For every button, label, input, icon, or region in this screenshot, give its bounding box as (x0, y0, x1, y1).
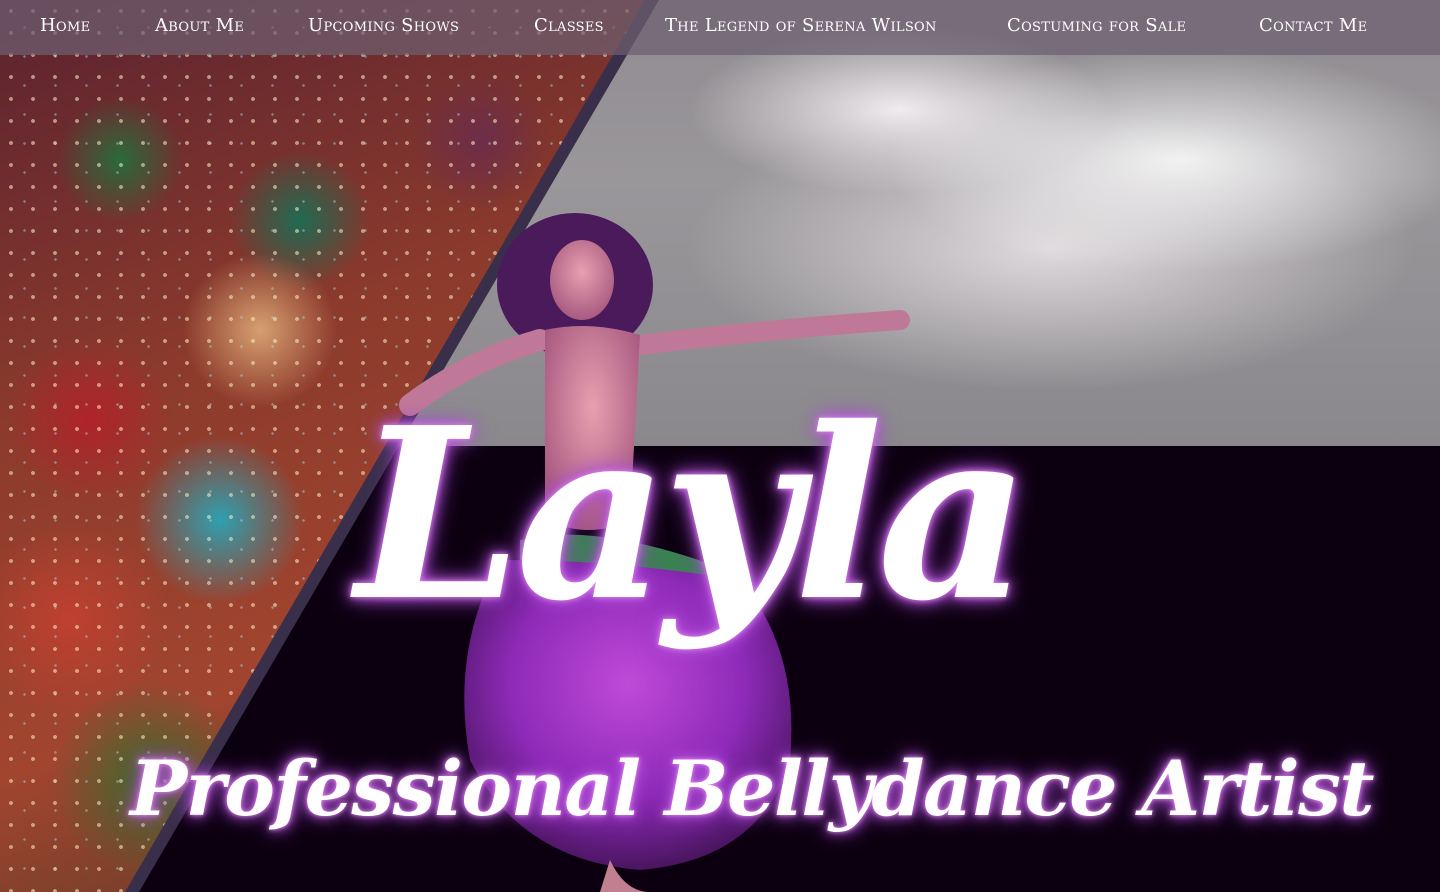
nav-item-home[interactable]: Home (40, 15, 90, 36)
nav-item-legend-of-serena-wilson[interactable]: The Legend of Serena Wilson (665, 15, 937, 36)
nav-item-classes[interactable]: Classes (534, 15, 604, 36)
nav-menu: Home About Me Upcoming Shows Classes The… (0, 0, 1440, 55)
nav-item-costuming-for-sale[interactable]: Costuming for Sale (1007, 15, 1186, 36)
hero-title: Layla (355, 375, 1031, 654)
hero-section: Home About Me Upcoming Shows Classes The… (0, 0, 1440, 892)
main-navigation: Home About Me Upcoming Shows Classes The… (0, 0, 1440, 55)
nav-item-contact-me[interactable]: Contact Me (1259, 15, 1367, 36)
nav-item-about-me[interactable]: About Me (155, 15, 244, 36)
hero-subtitle: Professional Bellydance Artist (130, 744, 1375, 834)
nav-item-upcoming-shows[interactable]: Upcoming Shows (308, 15, 459, 36)
